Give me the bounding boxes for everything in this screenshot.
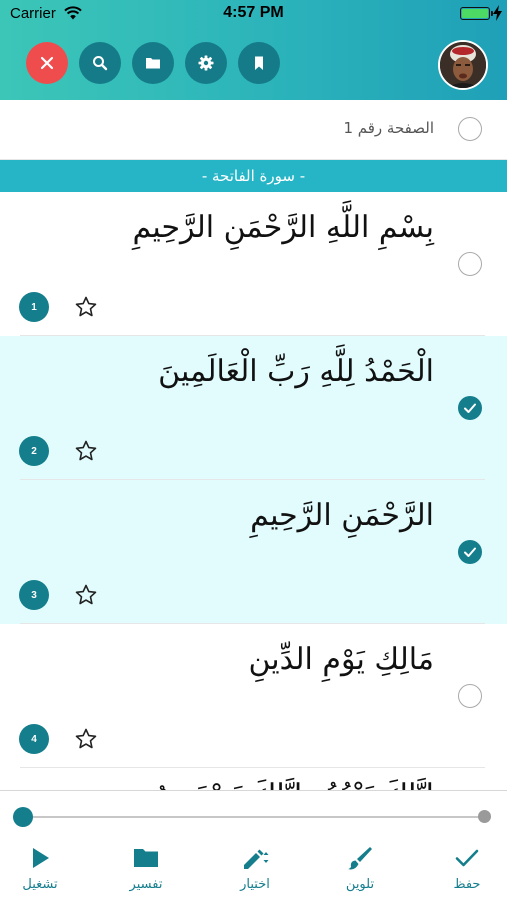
verse-number: 4 xyxy=(31,733,37,745)
playback-slider-track[interactable] xyxy=(22,816,485,818)
reciter-photo xyxy=(440,42,486,88)
search-icon xyxy=(93,56,108,71)
search-button[interactable] xyxy=(79,42,121,84)
bookmark-button[interactable] xyxy=(238,42,280,84)
charging-icon xyxy=(493,5,502,21)
brush-icon xyxy=(348,847,372,870)
save-tab-label: حفظ xyxy=(453,877,481,892)
page-label: الصفحة رقم 1 xyxy=(343,119,434,137)
battery-icon xyxy=(460,7,493,20)
check-icon xyxy=(464,547,476,557)
verse-select-radio[interactable] xyxy=(458,396,482,420)
header: Carrier 4:57 PM xyxy=(0,0,507,100)
select-tab[interactable]: اختيار xyxy=(215,843,295,895)
play-tab-label: تشغيل xyxy=(22,877,58,892)
verse-list: بِسْمِ اللَّهِ الرَّحْمَنِ الرَّحِيمِ 1 … xyxy=(0,192,507,790)
verse-number-badge: 2 xyxy=(19,436,49,466)
verse-select-radio[interactable] xyxy=(458,684,482,708)
surah-header: - سورة الفاتحة - xyxy=(0,160,507,192)
select-tab-label: اختيار xyxy=(240,877,270,892)
verse-text: مَالِكِ يَوْمِ الدِّينِ xyxy=(248,642,434,677)
verse-text: بِسْمِ اللَّهِ الرَّحْمَنِ الرَّحِيمِ xyxy=(132,210,434,245)
verse-number-badge: 3 xyxy=(19,580,49,610)
play-icon xyxy=(33,848,49,868)
page-row[interactable]: الصفحة رقم 1 xyxy=(0,100,507,160)
playback-slider-end xyxy=(478,810,491,823)
star-icon[interactable] xyxy=(74,583,98,607)
verse-text: الرَّحْمَنِ الرَّحِيمِ xyxy=(250,498,434,533)
verse-number-badge: 1 xyxy=(19,292,49,322)
settings-button[interactable] xyxy=(185,42,227,84)
close-button[interactable] xyxy=(26,42,68,84)
pencil-sort-icon xyxy=(244,849,269,869)
verse-number: 3 xyxy=(31,589,37,601)
playback-slider-knob[interactable] xyxy=(13,807,33,827)
app-screen: Carrier 4:57 PM الصفحة رقم 1 - سورة الفا… xyxy=(0,0,507,900)
star-icon[interactable] xyxy=(74,295,98,319)
gear-icon xyxy=(198,55,214,71)
verse-number: 2 xyxy=(31,445,37,457)
play-tab[interactable]: تشغيل xyxy=(0,843,80,895)
verse-number: 1 xyxy=(31,301,37,313)
verse-row[interactable]: الرَّحْمَنِ الرَّحِيمِ 3 xyxy=(0,480,507,624)
verse-select-radio[interactable] xyxy=(458,252,482,276)
verse-row[interactable]: بِسْمِ اللَّهِ الرَّحْمَنِ الرَّحِيمِ 1 xyxy=(0,192,507,336)
status-bar: Carrier 4:57 PM xyxy=(0,0,507,28)
tafsir-tab-label: تفسير xyxy=(129,877,163,892)
color-tab-label: تلوين xyxy=(345,877,375,892)
close-icon xyxy=(40,56,54,70)
bookmark-icon xyxy=(255,56,263,70)
surah-title: - سورة الفاتحة - xyxy=(201,167,306,185)
verse-select-radio[interactable] xyxy=(458,540,482,564)
star-icon[interactable] xyxy=(74,727,98,751)
folder-icon xyxy=(146,58,160,69)
save-tab[interactable]: حفظ xyxy=(427,843,507,895)
page-select-radio[interactable] xyxy=(458,117,482,141)
color-tab[interactable]: تلوين xyxy=(320,843,400,895)
verse-row[interactable]: مَالِكِ يَوْمِ الدِّينِ 4 xyxy=(0,624,507,768)
star-icon[interactable] xyxy=(74,439,98,463)
verse-row-partial[interactable]: إِيَّاكَ نَعْبُدُ وَإِيَّاكَ نَسْتَعِينُ xyxy=(0,768,507,790)
folder-button[interactable] xyxy=(132,42,174,84)
verse-text: إِيَّاكَ نَعْبُدُ وَإِيَّاكَ نَسْتَعِينُ xyxy=(152,778,434,790)
reciter-avatar[interactable] xyxy=(438,40,488,90)
check-icon xyxy=(455,849,479,867)
verse-row[interactable]: الْحَمْدُ لِلَّهِ رَبِّ الْعَالَمِينَ 2 xyxy=(0,336,507,480)
folder-icon xyxy=(134,849,158,867)
check-icon xyxy=(464,403,476,413)
verse-text: الْحَمْدُ لِلَّهِ رَبِّ الْعَالَمِينَ xyxy=(158,354,434,389)
status-time: 4:57 PM xyxy=(223,4,284,21)
tafsir-tab[interactable]: تفسير xyxy=(106,843,186,895)
bottom-toolbar: تشغيل تفسير اختيار تلوين حفظ xyxy=(0,790,507,900)
verse-number-badge: 4 xyxy=(19,724,49,754)
